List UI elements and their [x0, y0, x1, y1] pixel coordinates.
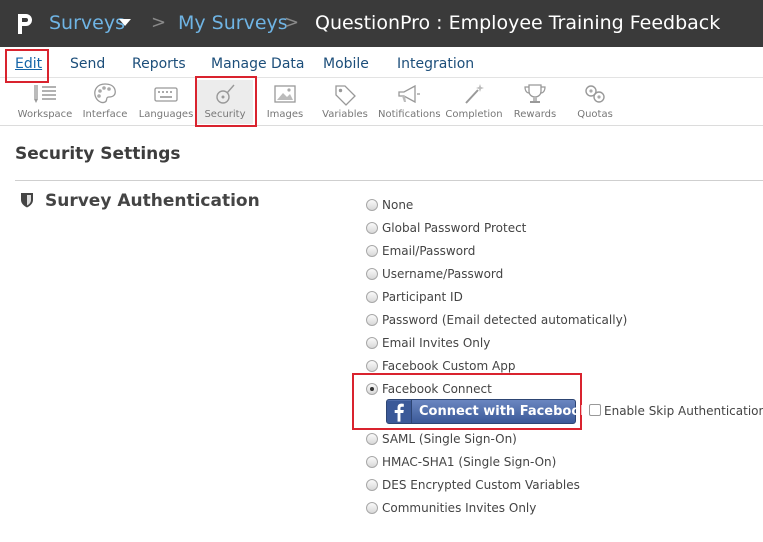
radio-button[interactable]: [366, 314, 378, 326]
toolbar-workspace[interactable]: Workspace: [17, 80, 73, 124]
chevron-down-icon[interactable]: [119, 19, 131, 26]
tab-reports[interactable]: Reports: [132, 56, 186, 72]
radio-button-selected[interactable]: [366, 383, 378, 395]
page-title: Security Settings: [15, 144, 181, 164]
radio-option-email-password[interactable]: Email/Password: [366, 244, 475, 258]
connect-with-facebook-button[interactable]: Connect with Facebook: [386, 399, 589, 424]
radio-button[interactable]: [366, 456, 378, 468]
toolbar-security[interactable]: Security: [197, 80, 253, 124]
megaphone-icon: [398, 84, 420, 104]
tab-edit[interactable]: Edit: [15, 56, 42, 72]
radio-option-email-invites[interactable]: Email Invites Only: [366, 336, 490, 350]
workspace-icon: [34, 85, 56, 103]
radio-option-facebook-custom-app[interactable]: Facebook Custom App: [366, 359, 515, 373]
tab-mobile[interactable]: Mobile: [323, 56, 369, 72]
radio-button[interactable]: [366, 360, 378, 372]
shield-icon: [21, 193, 33, 208]
toolbar-rewards[interactable]: Rewards: [510, 80, 560, 124]
image-icon: [274, 85, 296, 103]
radio-option-des-encrypted[interactable]: DES Encrypted Custom Variables: [366, 478, 580, 492]
radio-button[interactable]: [366, 433, 378, 445]
divider: [15, 180, 763, 181]
toolbar-notifications[interactable]: Notifications: [378, 80, 441, 124]
lock-icon: [216, 84, 235, 104]
radio-button[interactable]: [366, 199, 378, 211]
radio-button[interactable]: [366, 245, 378, 257]
keyboard-icon: [154, 87, 178, 102]
breadcrumb-surveys[interactable]: Surveys: [49, 11, 125, 35]
radio-button[interactable]: [366, 268, 378, 280]
toolbar-quotas[interactable]: Quotas: [572, 80, 618, 124]
radio-option-password-email[interactable]: Password (Email detected automatically): [366, 313, 627, 327]
section-heading: Survey Authentication: [20, 191, 260, 211]
toolbar-interface[interactable]: Interface: [80, 80, 130, 124]
palette-icon: [94, 83, 116, 104]
facebook-icon: [387, 400, 412, 423]
breadcrumb-separator-icon: >: [151, 12, 167, 33]
toolbar-languages[interactable]: Languages: [138, 80, 194, 124]
questionpro-logo-icon[interactable]: [14, 11, 36, 37]
top-bar: Surveys > My Surveys > QuestionPro : Emp…: [0, 0, 763, 47]
radio-button[interactable]: [366, 479, 378, 491]
radio-button[interactable]: [366, 502, 378, 514]
toolbar-images[interactable]: Images: [262, 80, 308, 124]
breadcrumb-separator-icon: >: [284, 12, 300, 33]
tag-icon: [335, 85, 356, 106]
toolbar-completion[interactable]: Completion: [444, 80, 504, 124]
radio-option-hmac[interactable]: HMAC-SHA1 (Single Sign-On): [366, 455, 556, 469]
edit-toolbar: Workspace Interface Languages Security I…: [0, 78, 763, 126]
radio-button[interactable]: [366, 337, 378, 349]
tab-manage-data[interactable]: Manage Data: [211, 56, 305, 72]
radio-button[interactable]: [366, 222, 378, 234]
radio-option-participant-id[interactable]: Participant ID: [366, 290, 463, 304]
survey-title: QuestionPro : Employee Training Feedback: [315, 12, 721, 34]
main-tabs: Edit Send Reports Manage Data Mobile Int…: [0, 47, 763, 78]
quota-icon: [585, 85, 605, 103]
radio-option-facebook-connect[interactable]: Facebook Connect: [366, 382, 492, 396]
tab-send[interactable]: Send: [70, 56, 105, 72]
trophy-icon: [524, 84, 546, 103]
radio-option-none[interactable]: None: [366, 198, 413, 212]
radio-button[interactable]: [366, 291, 378, 303]
magic-wand-icon: [465, 84, 484, 104]
radio-option-username-password[interactable]: Username/Password: [366, 267, 503, 281]
skip-authentication-checkbox[interactable]: Enable Skip Authentication: [589, 404, 763, 418]
radio-option-global-password[interactable]: Global Password Protect: [366, 221, 526, 235]
breadcrumb-my-surveys[interactable]: My Surveys: [178, 11, 288, 35]
checkbox[interactable]: [589, 404, 601, 416]
radio-option-communities-invites[interactable]: Communities Invites Only: [366, 501, 536, 515]
tab-integration[interactable]: Integration: [397, 56, 474, 72]
toolbar-variables[interactable]: Variables: [320, 80, 370, 124]
radio-option-saml[interactable]: SAML (Single Sign-On): [366, 432, 517, 446]
